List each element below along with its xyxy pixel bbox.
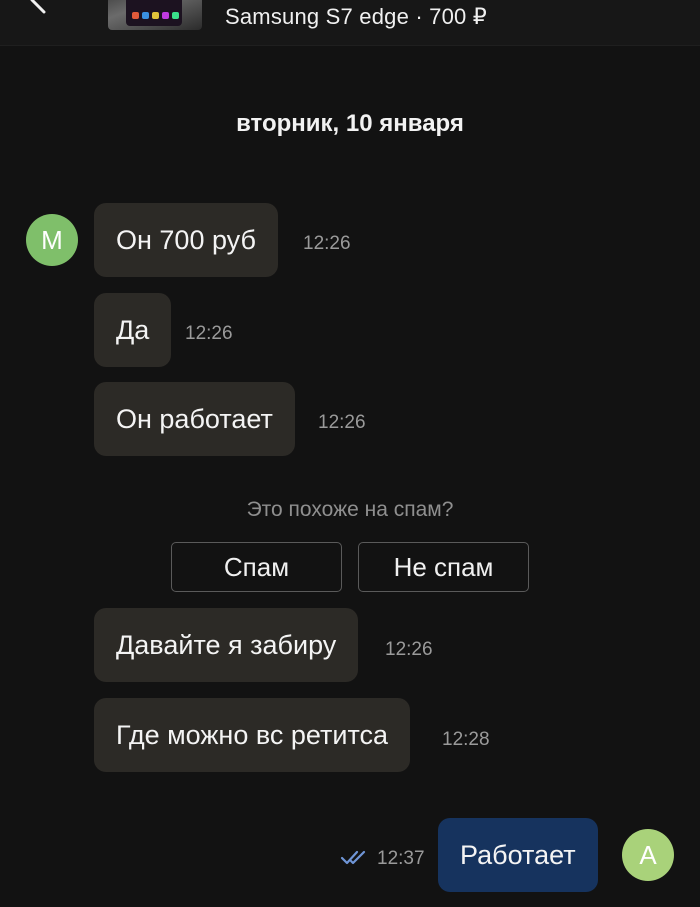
message-bubble[interactable]: Где можно вс ретитса (94, 698, 411, 772)
contact-avatar[interactable]: M (26, 214, 78, 266)
message-time: 12:26 (185, 323, 233, 344)
listing-title[interactable]: Samsung S7 edge · 700 ₽ (225, 4, 487, 30)
product-thumbnail[interactable] (108, 0, 202, 30)
my-avatar[interactable]: A (622, 829, 674, 881)
phone-screen-image (126, 0, 182, 26)
not-spam-button[interactable]: Не спам (358, 542, 529, 592)
double-check-icon (340, 850, 366, 865)
message-time: 12:37 (377, 848, 425, 869)
date-separator: вторник, 10 января (236, 110, 464, 137)
message-time: 12:28 (442, 729, 490, 750)
message-time: 12:26 (318, 412, 366, 433)
message-bubble[interactable]: Он 700 руб (94, 203, 278, 277)
chevron-left-icon[interactable] (22, 0, 56, 16)
message-bubble[interactable]: Он работает (94, 382, 295, 456)
spam-question: Это похоже на спам? (246, 498, 454, 521)
chat-header: Samsung S7 edge · 700 ₽ (0, 0, 700, 46)
message-bubble-outgoing[interactable]: Работает (438, 818, 598, 892)
message-bubble[interactable]: Давайте я забиру (94, 608, 359, 682)
spam-button[interactable]: Спам (171, 542, 342, 592)
message-bubble[interactable]: Да (94, 293, 172, 367)
message-time: 12:26 (303, 233, 351, 254)
message-time: 12:26 (385, 639, 433, 660)
